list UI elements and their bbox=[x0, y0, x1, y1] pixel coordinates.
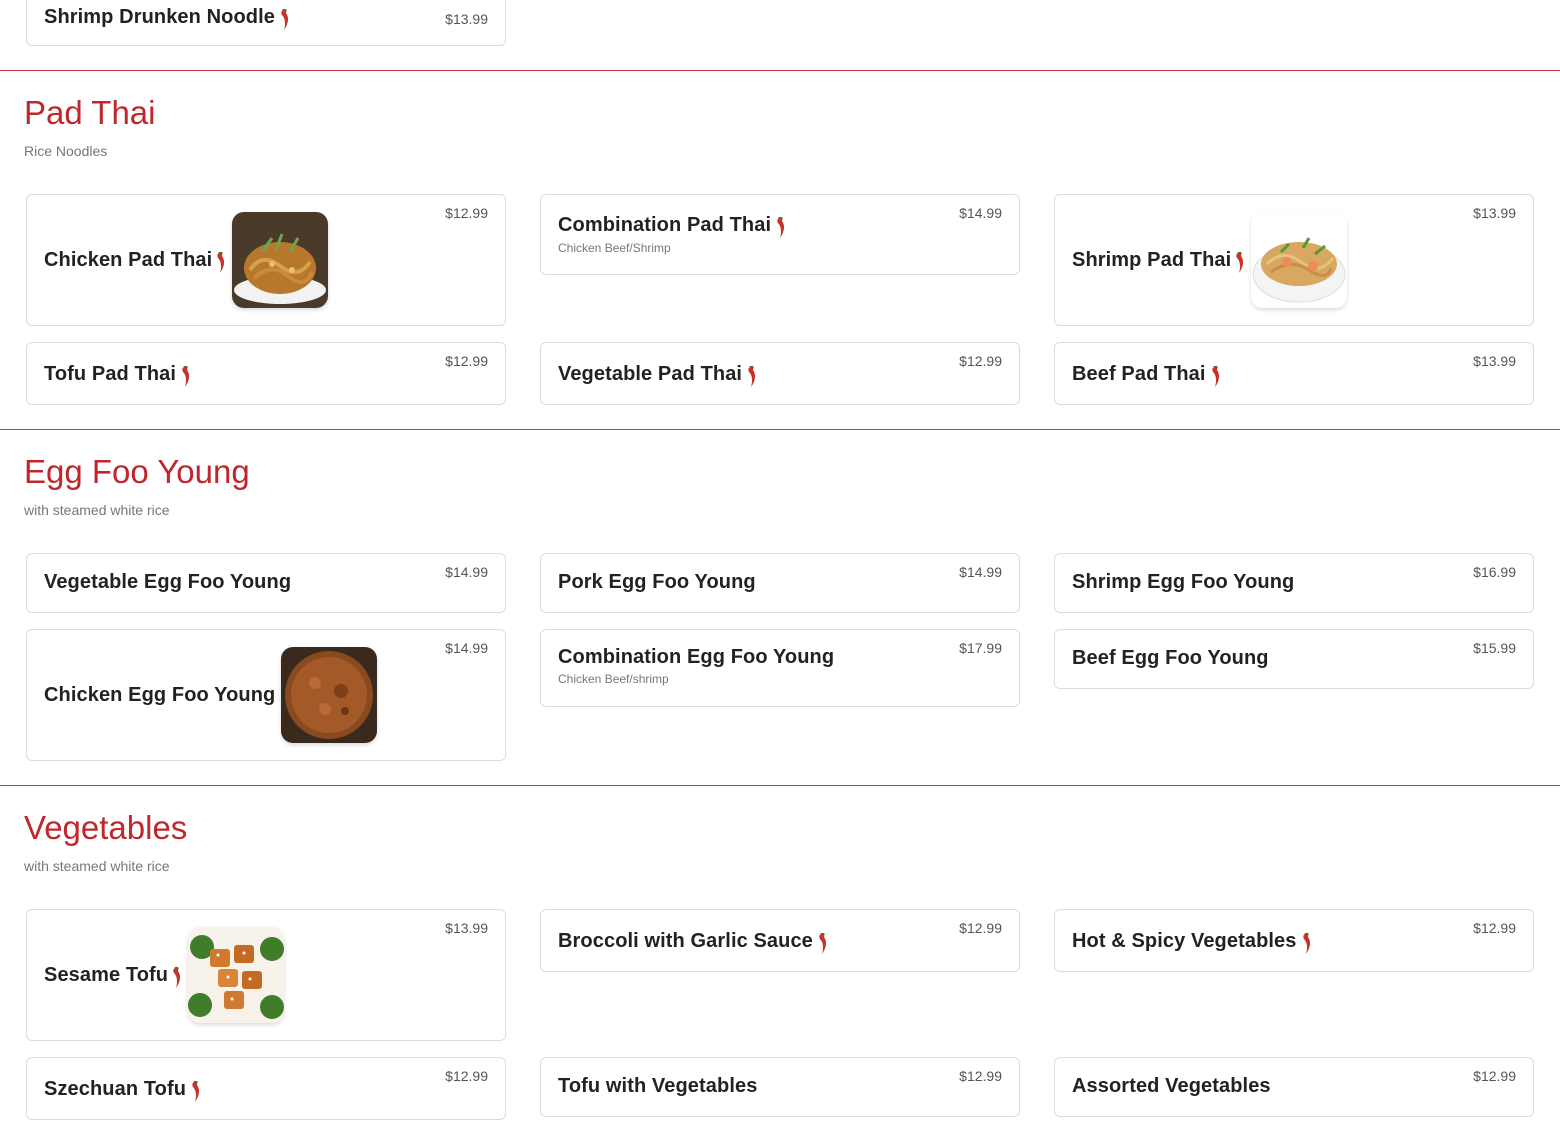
section-title-pad-thai: Pad Thai bbox=[24, 94, 156, 131]
menu-item-name: Beef Pad Thai bbox=[1072, 362, 1206, 385]
menu-item-price: $13.99 bbox=[1473, 353, 1516, 369]
menu-item-name: Chicken Pad Thai bbox=[44, 248, 213, 271]
menu-item-price: $16.99 bbox=[1473, 564, 1516, 580]
menu-item-name: Hot & Spicy Vegetables bbox=[1072, 929, 1297, 952]
section-title-vegetables: Vegetables bbox=[24, 809, 188, 846]
menu-item-price: $12.99 bbox=[445, 1068, 488, 1084]
menu-item-beef-pad-thai[interactable]: Beef Pad Thai $13.99 bbox=[1054, 342, 1534, 405]
section-subtitle: Rice Noodles bbox=[24, 143, 108, 159]
menu-item-name: Tofu Pad Thai bbox=[44, 362, 177, 385]
menu-item-name: Shrimp Drunken Noodle bbox=[44, 5, 276, 28]
menu-item-name: Chicken Egg Foo Young bbox=[44, 683, 276, 706]
menu-item-price: $12.99 bbox=[1473, 920, 1516, 936]
menu-item-price: $15.99 bbox=[1473, 640, 1516, 656]
pad-thai-photo bbox=[232, 212, 329, 308]
section-subtitle: with steamed white rice bbox=[24, 502, 170, 518]
menu-item-name: Broccoli with Garlic Sauce bbox=[558, 929, 813, 952]
chili-pepper-icon bbox=[1302, 933, 1310, 954]
menu-item-pork-egg-foo-young[interactable]: Pork Egg Foo Young $14.99 bbox=[540, 553, 1020, 613]
chili-pepper-icon bbox=[192, 1081, 200, 1102]
menu-item-price: $12.99 bbox=[959, 353, 1002, 369]
menu-item-assorted-vegetables[interactable]: Assorted Vegetables $12.99 bbox=[1054, 1057, 1534, 1117]
section-subtitle: with steamed white rice bbox=[24, 858, 170, 874]
menu-item-price: $13.99 bbox=[445, 11, 488, 27]
menu-item-chicken-pad-thai[interactable]: Chicken Pad Thai $12.99 bbox=[26, 194, 506, 326]
menu-item-name: Beef Egg Foo Young bbox=[1072, 647, 1269, 669]
menu-item-beef-egg-foo-young[interactable]: Beef Egg Foo Young $15.99 bbox=[1054, 629, 1534, 689]
menu-item-hot-and-spicy-vegetables[interactable]: Hot & Spicy Vegetables $12.99 bbox=[1054, 909, 1534, 972]
menu-item-price: $14.99 bbox=[445, 640, 488, 656]
menu-item-shrimp-drunken-noodle[interactable]: Shrimp Drunken Noodle $13.99 bbox=[26, 0, 506, 46]
menu-item-name: Combination Egg Foo Young bbox=[558, 646, 835, 668]
chili-pepper-icon bbox=[1236, 252, 1244, 273]
chili-pepper-icon bbox=[748, 366, 756, 387]
menu-item-price: $13.99 bbox=[1473, 205, 1516, 221]
chili-pepper-icon bbox=[173, 967, 181, 988]
menu-item-price: $13.99 bbox=[445, 920, 488, 936]
menu-item-name: Pork Egg Foo Young bbox=[558, 571, 756, 593]
menu-item-description: Chicken Beef/shrimp bbox=[558, 672, 669, 686]
menu-item-chicken-egg-foo-young[interactable]: Chicken Egg Foo Young $14.99 bbox=[26, 629, 506, 761]
menu-item-name: Shrimp Pad Thai bbox=[1072, 248, 1232, 271]
menu-item-name: Szechuan Tofu bbox=[44, 1077, 187, 1100]
chili-pepper-icon bbox=[819, 933, 826, 954]
chili-pepper-icon bbox=[182, 366, 190, 387]
menu-item-shrimp-egg-foo-young[interactable]: Shrimp Egg Foo Young $16.99 bbox=[1054, 553, 1534, 613]
section-title-egg-foo-young: Egg Foo Young bbox=[24, 453, 250, 490]
menu-item-price: $12.99 bbox=[445, 353, 488, 369]
menu-item-name: Tofu with Vegetables bbox=[558, 1075, 758, 1097]
menu-item-broccoli-with-garlic-sauce[interactable]: Broccoli with Garlic Sauce $12.99 bbox=[540, 909, 1020, 972]
menu-item-price: $14.99 bbox=[959, 564, 1002, 580]
menu-item-name: Vegetable Pad Thai bbox=[558, 362, 743, 385]
menu-item-sesame-tofu[interactable]: Sesame Tofu $13.99 bbox=[26, 909, 506, 1041]
menu-item-vegetable-egg-foo-young[interactable]: Vegetable Egg Foo Young $14.99 bbox=[26, 553, 506, 613]
menu-item-combination-pad-thai[interactable]: Combination Pad Thai Chicken Beef/Shrimp… bbox=[540, 194, 1020, 275]
menu-item-price: $12.99 bbox=[445, 205, 488, 221]
egg-foo-young-photo bbox=[281, 647, 378, 743]
chili-pepper-icon bbox=[1211, 366, 1219, 387]
menu-item-name: Sesame Tofu bbox=[44, 963, 169, 986]
menu-item-tofu-with-vegetables[interactable]: Tofu with Vegetables $12.99 bbox=[540, 1057, 1020, 1117]
menu-item-name: Assorted Vegetables bbox=[1072, 1075, 1271, 1097]
menu-item-name: Shrimp Egg Foo Young bbox=[1072, 571, 1295, 593]
menu-item-name: Combination Pad Thai bbox=[558, 213, 772, 236]
menu-item-vegetable-pad-thai[interactable]: Vegetable Pad Thai $12.99 bbox=[540, 342, 1020, 405]
section-divider bbox=[0, 429, 1560, 430]
menu-item-szechuan-tofu[interactable]: Szechuan Tofu $12.99 bbox=[26, 1057, 506, 1120]
shrimp-pad-thai-photo bbox=[1251, 212, 1348, 308]
menu-item-price: $12.99 bbox=[1473, 1068, 1516, 1084]
menu-item-price: $17.99 bbox=[959, 640, 1002, 656]
menu-item-price: $12.99 bbox=[959, 1068, 1002, 1084]
sesame-tofu-photo bbox=[188, 927, 285, 1023]
menu-item-price: $14.99 bbox=[959, 205, 1002, 221]
section-divider bbox=[0, 785, 1560, 786]
chili-pepper-icon bbox=[217, 252, 225, 273]
menu-item-combination-egg-foo-young[interactable]: Combination Egg Foo Young Chicken Beef/s… bbox=[540, 629, 1020, 707]
chili-pepper-icon bbox=[281, 9, 289, 30]
section-divider bbox=[0, 70, 1560, 71]
menu-item-description: Chicken Beef/Shrimp bbox=[558, 241, 671, 255]
menu-item-shrimp-pad-thai[interactable]: Shrimp Pad Thai $13.99 bbox=[1054, 194, 1534, 326]
menu-item-tofu-pad-thai[interactable]: Tofu Pad Thai $12.99 bbox=[26, 342, 506, 405]
menu-item-price: $12.99 bbox=[959, 920, 1002, 936]
menu-item-price: $14.99 bbox=[445, 564, 488, 580]
menu-item-name: Vegetable Egg Foo Young bbox=[44, 571, 292, 593]
chili-pepper-icon bbox=[777, 217, 785, 238]
